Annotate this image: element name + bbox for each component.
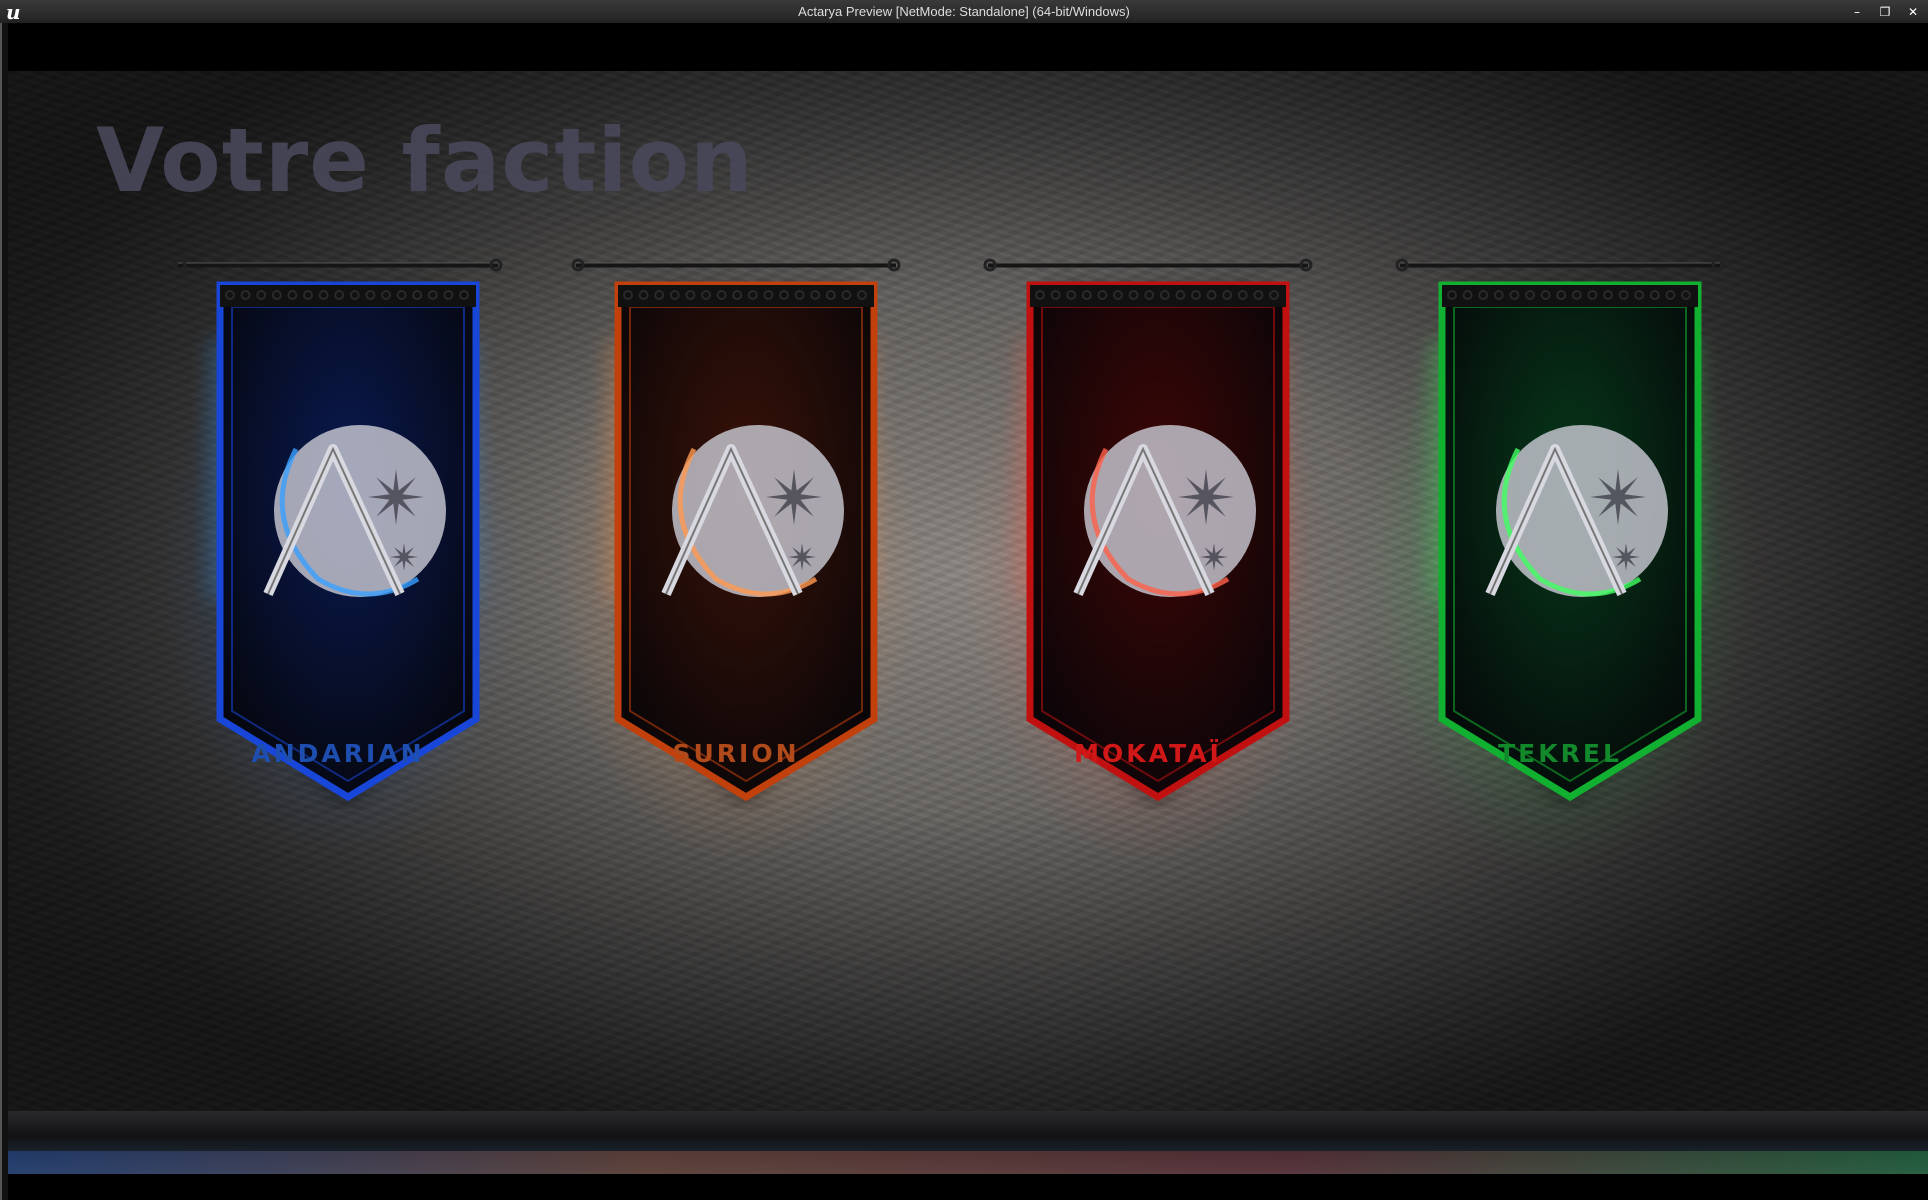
page-title: Votre faction: [96, 109, 754, 212]
banner-graphic: [1395, 258, 1725, 809]
close-button[interactable]: ✕: [1906, 5, 1920, 19]
minimize-button[interactable]: –: [1850, 5, 1864, 19]
banner-graphic: [173, 258, 503, 809]
faction-name: TEKREL: [1498, 739, 1622, 768]
restore-button[interactable]: ❐: [1878, 5, 1892, 19]
window-title-bar[interactable]: u Actarya Preview [NetMode: Standalone] …: [0, 0, 1928, 23]
faction-name: SURION: [672, 739, 800, 768]
faction-banner-surion[interactable]: SURION: [566, 249, 906, 809]
faction-name: ANDARIAN: [251, 739, 425, 768]
window-left-border: [0, 23, 8, 1200]
faction-banner-mokatai[interactable]: MOKATAÏ: [978, 249, 1318, 809]
faction-name: MOKATAÏ: [1074, 739, 1222, 768]
banner-graphic: [983, 258, 1313, 809]
floor: [8, 1111, 1928, 1174]
banner-rod: [571, 258, 901, 272]
banner-graphic: [571, 258, 901, 809]
banner-rod: [173, 258, 503, 272]
faction-selection-scene: Votre faction ANDARIAN SURION MOKATAÏ TE…: [8, 71, 1928, 1174]
faction-banner-tekrel[interactable]: TEKREL: [1390, 249, 1730, 809]
game-viewport[interactable]: Votre faction ANDARIAN SURION MOKATAÏ TE…: [8, 23, 1928, 1200]
faction-banner-andarian[interactable]: ANDARIAN: [168, 249, 508, 809]
window-controls: – ❐ ✕: [1850, 0, 1920, 23]
banner-rod: [1395, 258, 1725, 272]
window-title: Actarya Preview [NetMode: Standalone] (6…: [798, 4, 1130, 19]
banner-rod: [983, 258, 1313, 272]
